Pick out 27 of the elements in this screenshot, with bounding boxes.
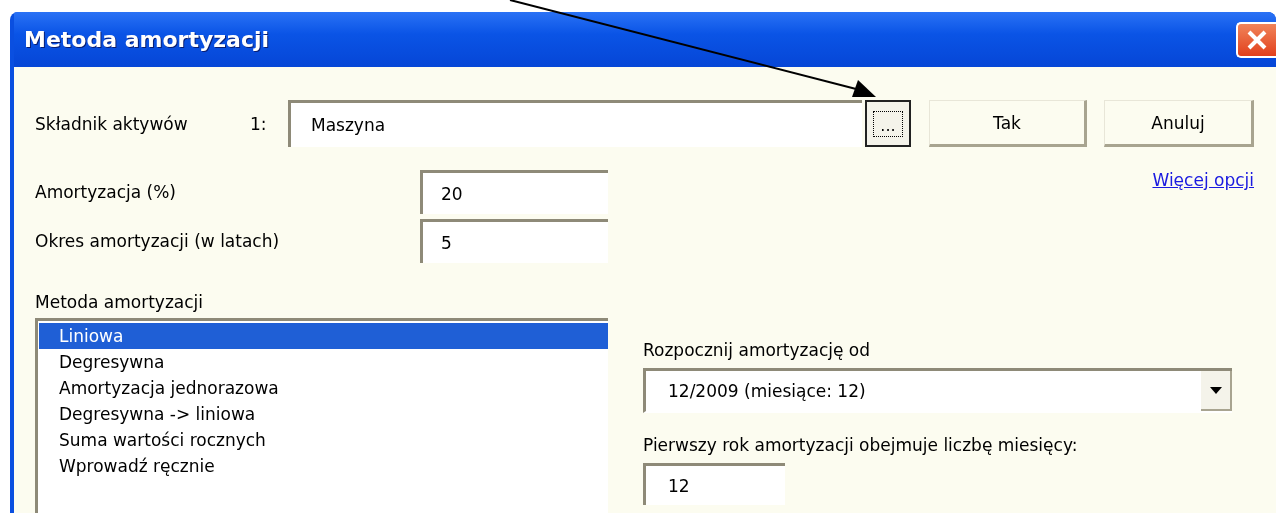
more-options-link[interactable]: Więcej opcji: [1152, 170, 1254, 190]
input-field[interactable]: 12: [643, 463, 785, 505]
list-label: Metoda amortyzacji: [35, 292, 205, 312]
close-icon: [1246, 28, 1268, 51]
list-item[interactable]: Degresywna: [39, 349, 608, 375]
list-item[interactable]: Suma wartości rocznych: [39, 427, 608, 453]
ok-button[interactable]: Tak: [929, 100, 1087, 147]
list-item[interactable]: Liniowa: [39, 323, 608, 349]
caret-icon: [1209, 386, 1222, 394]
field-label: Pierwszy rok amortyzacji obejmuje liczbę miesięcy:: [643, 435, 1079, 455]
field-label: Rozpocznij amortyzację od: [643, 340, 872, 360]
cancel-button[interactable]: Anuluj: [1104, 100, 1254, 147]
list-item[interactable]: Wprowadź ręcznie: [39, 453, 608, 479]
browse-button[interactable]: ...: [865, 100, 911, 147]
field-label: Składnik aktywów: [35, 113, 189, 134]
window-title: Metoda amortyzacji: [24, 27, 270, 52]
list-item[interactable]: Amortyzacja jednorazowa: [39, 375, 608, 401]
field-label: Okres amortyzacji (w latach): [35, 231, 281, 251]
input-field[interactable]: 20: [420, 170, 608, 214]
input-field[interactable]: 5: [420, 219, 608, 263]
asset-field[interactable]: Maszyna: [288, 100, 862, 147]
asset-index: 1:: [250, 113, 268, 134]
list-item[interactable]: Degresywna -> liniowa: [39, 401, 608, 427]
start-dropdown[interactable]: 12/2009 (miesiące: 12): [643, 368, 1232, 413]
close-button[interactable]: [1236, 21, 1276, 58]
field-label: Amortyzacja (%): [35, 182, 177, 202]
dropdown-button[interactable]: [1201, 371, 1232, 411]
